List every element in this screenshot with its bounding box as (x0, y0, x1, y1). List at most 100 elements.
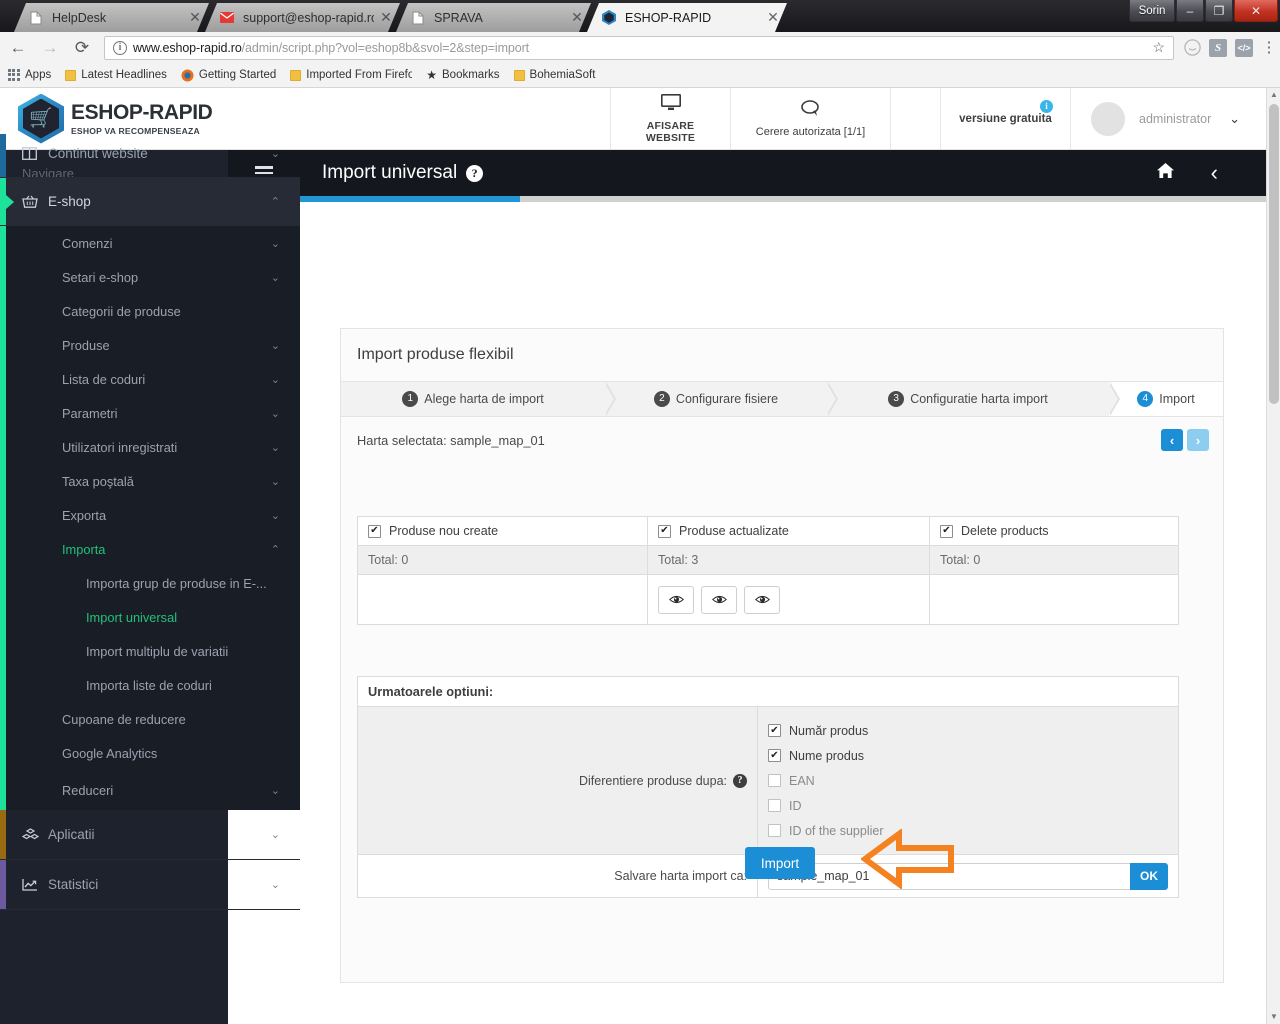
sidebar-item-cupoane-de-reducere[interactable]: Cupoane de reducere (0, 702, 300, 736)
sidebar-item-setari-eshop[interactable]: Setari e-shop ⌄ (0, 260, 300, 294)
sidebar-item-categorii-de-produse[interactable]: Categorii de produse (0, 294, 300, 328)
browser-tab-sprava[interactable]: SPRAVA ✕ (396, 3, 591, 32)
user-menu[interactable]: administrator ⌄ (1070, 88, 1266, 149)
options-heading: Urmatoarele optiuni: (358, 677, 1178, 707)
step-2[interactable]: 2 Configurare fisiere (605, 382, 838, 416)
sidebar-item-importa-liste-de-coduri[interactable]: Importa liste de coduri (0, 668, 300, 702)
checkbox-produse-nou-create[interactable]: ✔ (368, 524, 381, 538)
sidebar-item-taxa-postala[interactable]: Taxa poştală ⌄ (0, 464, 300, 498)
sidebar-item-comenzi[interactable]: Comenzi ⌄ (0, 226, 300, 260)
reload-icon[interactable]: ⟳ (68, 34, 96, 62)
forward-icon[interactable]: → (36, 34, 64, 62)
chevron-up-icon: ⌃ (270, 543, 280, 556)
chevron-down-icon: ⌄ (270, 509, 280, 522)
eye-icon-button-2[interactable] (701, 585, 737, 614)
sidebar-submenu-eshop: Comenzi ⌄ Setari e-shop ⌄ Categorii de p… (0, 226, 300, 810)
bookmark-getting-started[interactable]: Getting Started (181, 69, 276, 82)
import-button[interactable]: Import (745, 847, 815, 879)
bookmark-latest-headlines[interactable]: Latest Headlines (65, 69, 167, 81)
scroll-down-arrow[interactable]: ▼ (1267, 1010, 1280, 1024)
sidebar-item-aplicatii[interactable]: Aplicatii ⌄ (0, 810, 300, 860)
totals-col-updated-header[interactable]: ✔ Produse actualizate (648, 517, 930, 546)
help-icon[interactable]: ? (733, 773, 747, 788)
tab-close-button[interactable]: ✕ (569, 10, 585, 26)
step-4[interactable]: 4 Import (1109, 382, 1223, 416)
back-icon[interactable]: ← (4, 34, 32, 62)
authorized-request-button[interactable]: Cerere autorizata [1/1] (730, 88, 890, 149)
checkbox-delete-products[interactable]: ✔ (940, 524, 953, 538)
code-extension-icon[interactable]: </> (1232, 36, 1256, 60)
step-1[interactable]: 1 Alege harta de import (341, 382, 616, 416)
back-icon[interactable]: ‹ (1211, 160, 1218, 186)
sidebar-item-utilizatori-inregistrati[interactable]: Utilizatori inregistrati ⌄ (0, 430, 300, 464)
sidebar-item-exporta[interactable]: Exporta ⌄ (0, 498, 300, 532)
sidebar-item-importa[interactable]: Importa ⌃ (0, 532, 300, 566)
ok-button[interactable]: OK (1130, 862, 1168, 890)
bookmark-bookmarks[interactable]: ★ Bookmarks (426, 68, 499, 82)
sidebar-item-eshop[interactable]: E-shop ⌃ (0, 178, 300, 226)
browser-tab-eshop-rapid[interactable]: ESHOP-RAPID ✕ (587, 3, 787, 32)
sidebar-item-statistici[interactable]: Statistici ⌄ (0, 860, 300, 910)
bookmark-label: Getting Started (198, 69, 277, 81)
close-button[interactable]: ✕ (1234, 0, 1278, 22)
option-id-of-the-supplier[interactable]: ID of the supplier (768, 818, 1178, 843)
checkbox-nume-produs[interactable]: ✔ (768, 749, 781, 762)
sidebar-item-produse[interactable]: Produse ⌄ (0, 328, 300, 362)
browser-menu-icon[interactable]: ⋮ (1258, 40, 1280, 55)
scroll-up-arrow[interactable]: ▲ (1267, 88, 1280, 102)
sidebar-item-continut-website[interactable]: Continut website ⌄ (0, 134, 300, 178)
version-badge[interactable]: i versiune gratuita (940, 88, 1070, 149)
bookmark-bohemiasoft[interactable]: BohemiaSoft (513, 69, 595, 81)
tab-close-button[interactable]: ✕ (187, 10, 203, 26)
circle-icon[interactable] (1180, 36, 1204, 60)
checkbox-id-of-the-supplier[interactable] (768, 824, 781, 837)
eye-icon-button-1[interactable] (658, 585, 694, 614)
option-numar-produs[interactable]: ✔ Număr produs (768, 718, 1178, 743)
checkbox-produse-actualizate[interactable]: ✔ (658, 524, 671, 538)
totals-col-deleted-header[interactable]: ✔ Delete products (930, 517, 1178, 546)
sidebar-item-label: Exporta (62, 507, 107, 523)
browser-tab-helpdesk[interactable]: HelpDesk ✕ (14, 3, 209, 32)
scroll-thumb[interactable] (1269, 104, 1279, 404)
eye-icon-button-3[interactable] (744, 585, 780, 614)
bookmark-apps[interactable]: Apps (8, 69, 51, 81)
prev-button[interactable]: ‹ (1161, 429, 1183, 451)
option-ean[interactable]: EAN (768, 768, 1178, 793)
show-website-button[interactable]: AFISARE WEBSITE (610, 88, 730, 149)
next-button[interactable]: › (1187, 429, 1209, 451)
option-id[interactable]: ID (768, 793, 1178, 818)
chevron-down-icon: ⌄ (270, 373, 280, 386)
minimize-button[interactable]: – (1176, 0, 1204, 22)
step-label: Configuratie harta import (910, 392, 1048, 406)
sidebar-item-importa-grup-de-produse[interactable]: Importa grup de produse in E-... (0, 566, 300, 600)
restore-button[interactable]: ❐ (1205, 0, 1233, 22)
window-user-button[interactable]: Sorin (1129, 0, 1175, 22)
page-scrollbar[interactable]: ▲ ▼ (1266, 88, 1280, 1024)
sidebar-item-lista-de-coduri[interactable]: Lista de coduri ⌄ (0, 362, 300, 396)
address-bar[interactable]: i www.eshop-rapid.ro/admin/script.php?vo… (104, 35, 1174, 60)
sidebar-item-reduceri[interactable]: Reduceri ⌄ (0, 770, 300, 810)
script-extension-icon[interactable]: S (1206, 36, 1230, 60)
info-icon[interactable]: i (1040, 100, 1053, 113)
sidebar-item-parametri[interactable]: Parametri ⌄ (0, 396, 300, 430)
site-info-icon[interactable]: i (113, 40, 127, 55)
help-icon[interactable]: ? (466, 164, 484, 182)
checkbox-numar-produs[interactable]: ✔ (768, 724, 781, 737)
chevron-down-icon[interactable]: ⌄ (1229, 111, 1240, 127)
sidebar-item-google-analytics[interactable]: Google Analytics (0, 736, 300, 770)
actions-deleted (930, 575, 1178, 624)
bookmark-star-icon[interactable]: ☆ (1152, 39, 1165, 56)
browser-tab-support-mail[interactable]: support@eshop-rapid.ro ✕ (205, 3, 400, 32)
step-3[interactable]: 3 Configuratie harta import (827, 382, 1120, 416)
tab-close-button[interactable]: ✕ (378, 10, 394, 26)
option-nume-produs[interactable]: ✔ Nume produs (768, 743, 1178, 768)
sidebar-item-import-universal[interactable]: Import universal (0, 600, 300, 634)
bookmark-imported-from-firefox[interactable]: Imported From Firefo (290, 69, 412, 81)
browser-tab-bar: HelpDesk ✕ support@eshop-rapid.ro ✕ SPRA… (0, 0, 1280, 32)
totals-col-created-header[interactable]: ✔ Produse nou create (358, 517, 648, 546)
checkbox-id[interactable] (768, 799, 781, 812)
sidebar-item-import-multiplu-de-variatii[interactable]: Import multiplu de variatii (0, 634, 300, 668)
home-icon[interactable] (1156, 162, 1175, 184)
tab-close-button[interactable]: ✕ (765, 10, 781, 26)
checkbox-ean[interactable] (768, 774, 781, 787)
